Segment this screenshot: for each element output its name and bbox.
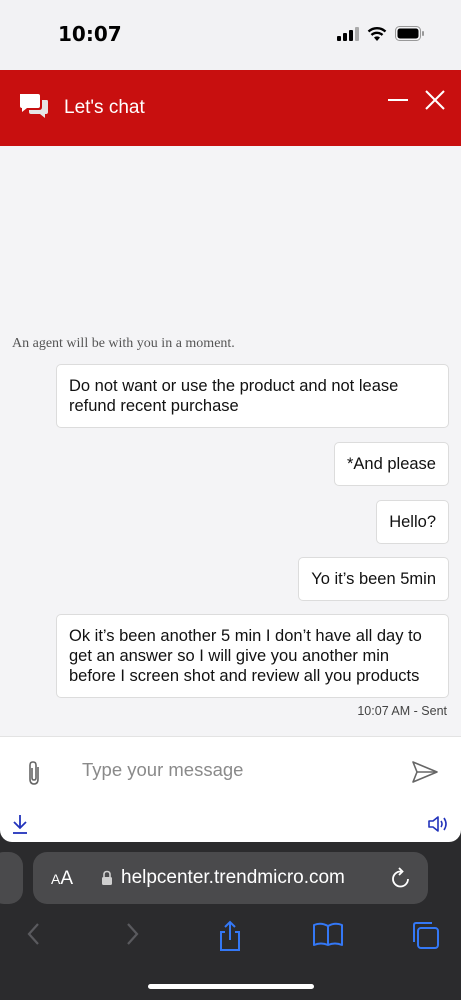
chat-toolbar (0, 806, 461, 842)
minimize-icon[interactable] (387, 94, 409, 116)
agent-status-note: An agent will be with you in a moment. (12, 336, 235, 351)
bookmarks-icon[interactable] (312, 920, 344, 948)
chat-transcript[interactable]: An agent will be with you in a moment. D… (0, 146, 461, 736)
tabs-icon[interactable] (410, 920, 440, 950)
sent-timestamp: 10:07 AM - Sent (357, 704, 447, 718)
chat-bubbles-icon (20, 94, 48, 118)
message-bubble: Yo it’s been 5min (298, 557, 449, 601)
forward-icon[interactable] (122, 920, 142, 948)
home-indicator (148, 984, 314, 989)
close-icon[interactable] (423, 88, 447, 112)
message-composer (0, 736, 461, 806)
browser-toolbar (0, 912, 461, 960)
reload-icon[interactable] (390, 866, 412, 890)
url-text: helpcenter.trendmicro.com (121, 867, 345, 888)
reader-options-button[interactable]: AA (51, 868, 73, 890)
chat-header: Let's chat (0, 70, 461, 146)
lock-icon (102, 870, 112, 885)
wifi-icon (367, 27, 387, 41)
paperclip-icon[interactable] (24, 759, 44, 787)
send-icon[interactable] (411, 759, 439, 785)
message-bubble: Do not want or use the product and not l… (56, 364, 449, 428)
message-bubble: Ok it’s been another 5 min I don’t have … (56, 614, 449, 698)
speaker-icon[interactable] (427, 814, 451, 834)
status-time: 10:07 (58, 22, 122, 46)
chat-title: Let's chat (64, 97, 145, 118)
address-bar[interactable]: AA helpcenter.trendmicro.com (33, 852, 428, 904)
message-bubble: Hello? (376, 500, 449, 544)
share-icon[interactable] (216, 920, 244, 952)
back-icon[interactable] (24, 920, 44, 948)
signal-icon (337, 26, 359, 41)
download-icon[interactable] (10, 813, 30, 835)
status-bar: 10:07 (0, 0, 461, 70)
message-input[interactable] (82, 759, 382, 781)
status-icons (337, 26, 425, 41)
battery-icon (395, 26, 424, 41)
message-bubble: *And please (334, 442, 449, 486)
previous-tab-peek[interactable] (0, 852, 23, 904)
